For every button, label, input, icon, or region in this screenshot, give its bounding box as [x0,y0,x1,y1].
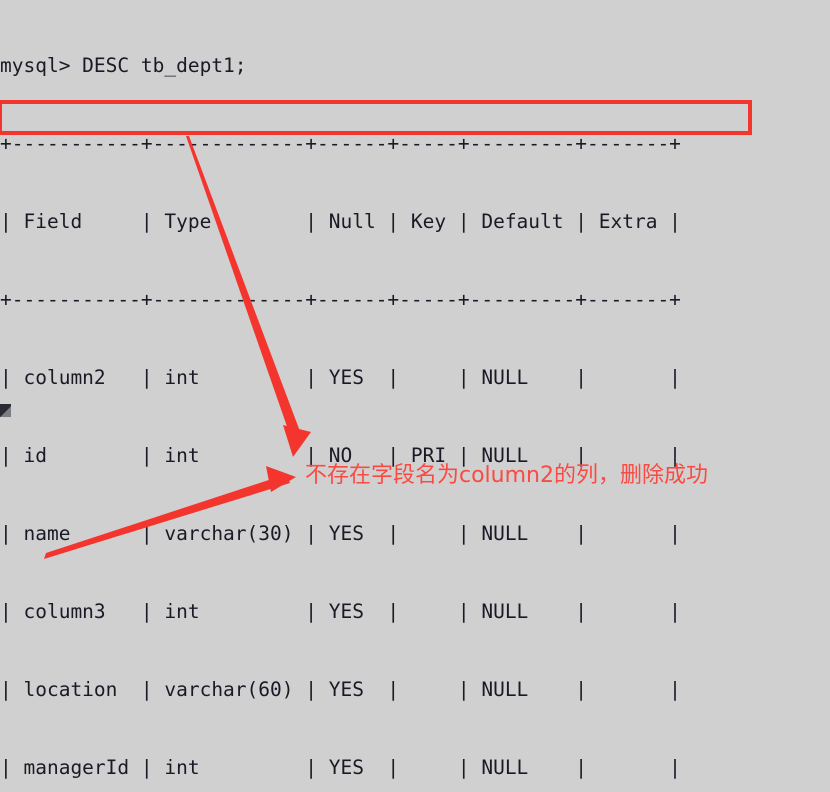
terminal-line: +-----------+-------------+------+-----+… [0,288,681,311]
terminal-line: | column3 | int | YES | | NULL | | [0,600,681,623]
terminal-screenshot: mysql> DESC tb_dept1; +-----------+-----… [0,0,830,792]
column2-row-highlight-box [0,100,752,135]
terminal-line: mysql> DESC tb_dept1; [0,54,247,77]
terminal-line: | Field | Type | Null | Key | Default | … [0,210,681,233]
annotation-note: 不存在字段名为column2的列，删除成功 [305,463,708,488]
terminal-line: | location | varchar(60) | YES | | NULL … [0,678,681,701]
terminal-line: | name | varchar(30) | YES | | NULL | | [0,522,681,545]
terminal-line: | managerId | int | YES | | NULL | | [0,756,681,779]
terminal-line: | column2 | int | YES | | NULL | | [0,366,681,389]
mouse-cursor-artifact [0,404,11,417]
